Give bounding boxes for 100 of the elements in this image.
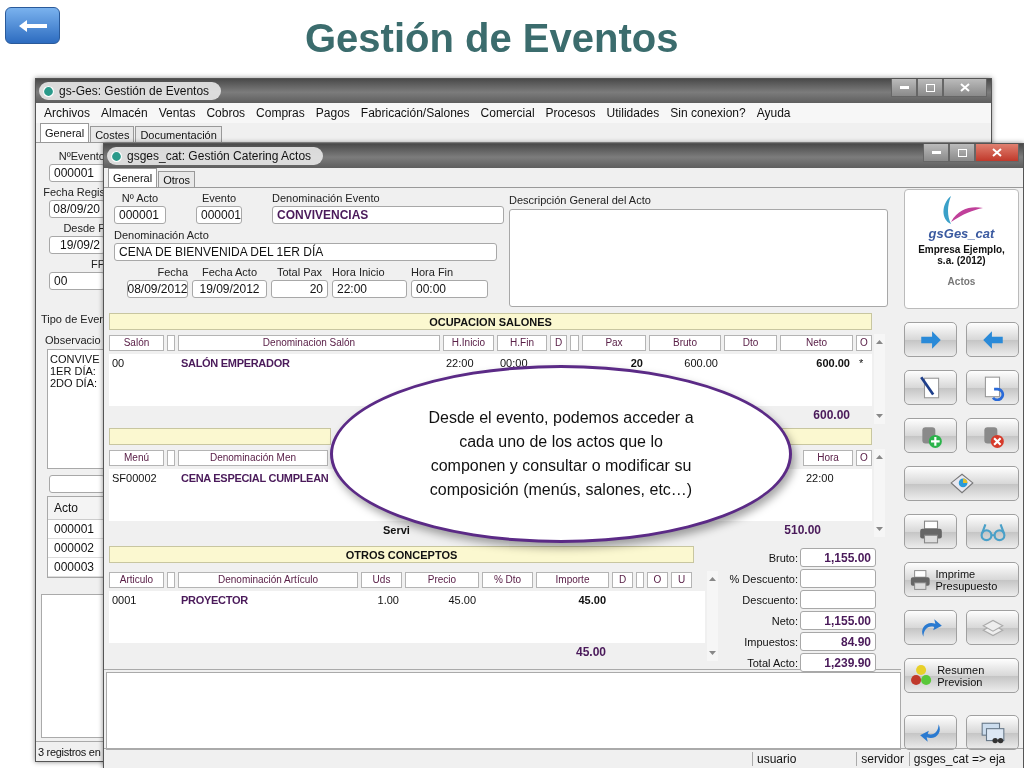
arrow-right-button[interactable]: [904, 322, 957, 357]
minimize-button[interactable]: [923, 144, 949, 162]
menu-item[interactable]: Procesos: [545, 106, 596, 120]
menu-item[interactable]: Compras: [256, 106, 305, 120]
text-field[interactable]: 22:00: [332, 280, 407, 298]
database-add-button[interactable]: [904, 418, 957, 453]
database-delete-button[interactable]: [966, 418, 1019, 453]
table-cell-text: 600.00: [815, 356, 851, 369]
text-field[interactable]: 000001: [196, 206, 242, 224]
column-header: Importe: [536, 571, 609, 588]
column-header: Bruto: [649, 334, 721, 351]
table-cell-text: 45.00: [577, 593, 607, 606]
table-cell-text: SALÓN EMPERADOR: [180, 356, 291, 369]
field-label: Total Acto:: [746, 656, 798, 669]
redo-button[interactable]: [904, 610, 957, 645]
amount-field[interactable]: 84.90: [800, 632, 876, 651]
text-field[interactable]: 20: [271, 280, 328, 298]
minimize-button[interactable]: [891, 79, 917, 97]
menu-item[interactable]: Ayuda: [756, 106, 791, 120]
scroll-up-icon: [876, 455, 883, 459]
column-header: Neto: [780, 334, 853, 351]
field-label: Fecha Acto: [201, 266, 257, 278]
maximize-button[interactable]: [949, 144, 975, 162]
minimize-icon: [899, 86, 909, 89]
blank-column-header: [570, 334, 579, 351]
close-button[interactable]: [975, 144, 1019, 162]
tab[interactable]: Documentación: [135, 126, 222, 142]
text-field[interactable]: 000001: [49, 164, 105, 182]
document-undo-button[interactable]: [966, 370, 1019, 405]
text-field[interactable]: 19/09/2: [49, 236, 105, 254]
amount-field[interactable]: [800, 590, 876, 609]
notes-line: 2DO DÍA:: [50, 377, 99, 389]
column-header: O: [856, 334, 872, 351]
text-field[interactable]: 00: [49, 272, 105, 290]
status-text: usuario: [752, 751, 857, 766]
undo-button[interactable]: [904, 715, 957, 750]
minimize-icon: [931, 151, 941, 154]
menu-item[interactable]: Almacén: [101, 106, 148, 120]
tab[interactable]: General: [40, 123, 90, 142]
pen-document-button[interactable]: [904, 370, 957, 405]
menu-item[interactable]: Comercial: [480, 106, 535, 120]
section-name: Actos: [947, 276, 976, 287]
menu-item[interactable]: Utilidades: [606, 106, 660, 120]
maximize-button[interactable]: [917, 79, 943, 97]
table-cell-text: 22:00: [445, 356, 475, 369]
text-field[interactable]: [49, 475, 105, 493]
text-field[interactable]: 08/09/20: [49, 200, 105, 218]
notes-field[interactable]: [106, 672, 901, 750]
column-header: Denominacion Salón: [178, 334, 440, 351]
text-field[interactable]: 00:00: [411, 280, 488, 298]
text-field[interactable]: CENA DE BIENVENIDA DEL 1ER DÍA: [114, 243, 497, 261]
menu-item[interactable]: Pagos: [315, 106, 350, 120]
text-field[interactable]: CONVIVENCIAS: [272, 206, 504, 224]
column-header: O: [856, 449, 872, 466]
arrow-left-button[interactable]: [966, 322, 1019, 357]
column-header: Menú: [109, 449, 164, 466]
pages-button[interactable]: [966, 610, 1019, 645]
forecast-summary-button[interactable]: Resumen Prevision: [904, 658, 1019, 693]
menu-item[interactable]: Archivos: [44, 106, 90, 120]
scrollbar[interactable]: [874, 449, 885, 537]
tab[interactable]: General: [108, 168, 158, 187]
scrollbar[interactable]: [874, 334, 885, 424]
field-label: Tipo de Ever: [41, 313, 103, 325]
scroll-down-icon: [876, 414, 883, 418]
close-icon: [992, 148, 1002, 157]
text-field[interactable]: 19/09/2012: [192, 280, 267, 298]
print-budget-button[interactable]: Imprime Presupuesto: [904, 562, 1019, 597]
section-header: OTROS CONCEPTOS: [109, 546, 694, 563]
amount-field[interactable]: 1,155.00: [800, 548, 876, 567]
column-header: Uds: [361, 571, 402, 588]
text-field[interactable]: 000001: [114, 206, 166, 224]
table-cell-text: SF00002: [111, 471, 158, 484]
pie-chart-button[interactable]: [904, 466, 1019, 501]
tab[interactable]: Costes: [90, 126, 135, 142]
amount-field[interactable]: 1,239.90: [800, 653, 876, 672]
windows-button[interactable]: [966, 715, 1019, 750]
menu-item[interactable]: Fabricación/Salones: [360, 106, 470, 120]
field-label: Impuestos:: [743, 635, 798, 648]
menu-item[interactable]: Sin conexion?: [670, 106, 746, 120]
amount-field[interactable]: [800, 569, 876, 588]
menu-item[interactable]: Cobros: [206, 106, 246, 120]
printer-button[interactable]: [904, 514, 957, 549]
field-label: Descuento:: [741, 593, 798, 606]
column-header: Pax: [582, 334, 646, 351]
close-button[interactable]: [943, 79, 987, 97]
scrollbar[interactable]: [707, 571, 718, 661]
amount-field[interactable]: 1,155.00: [800, 611, 876, 630]
menu-item[interactable]: Ventas: [158, 106, 196, 120]
tab[interactable]: Otros: [158, 171, 196, 187]
column-header: Articulo: [109, 571, 164, 588]
glasses-button[interactable]: [966, 514, 1019, 549]
text-field[interactable]: 08/09/2012: [127, 280, 188, 298]
services-label: Servi: [383, 523, 410, 536]
field-label: Bruto:: [767, 551, 798, 564]
table-cell-text: 20: [629, 356, 644, 369]
back-button[interactable]: [5, 7, 60, 44]
description-field[interactable]: [509, 209, 888, 307]
field-label: Fecha: [157, 266, 188, 278]
blank-column-header: [636, 571, 644, 588]
field-label: Descripción General del Acto: [509, 194, 652, 206]
